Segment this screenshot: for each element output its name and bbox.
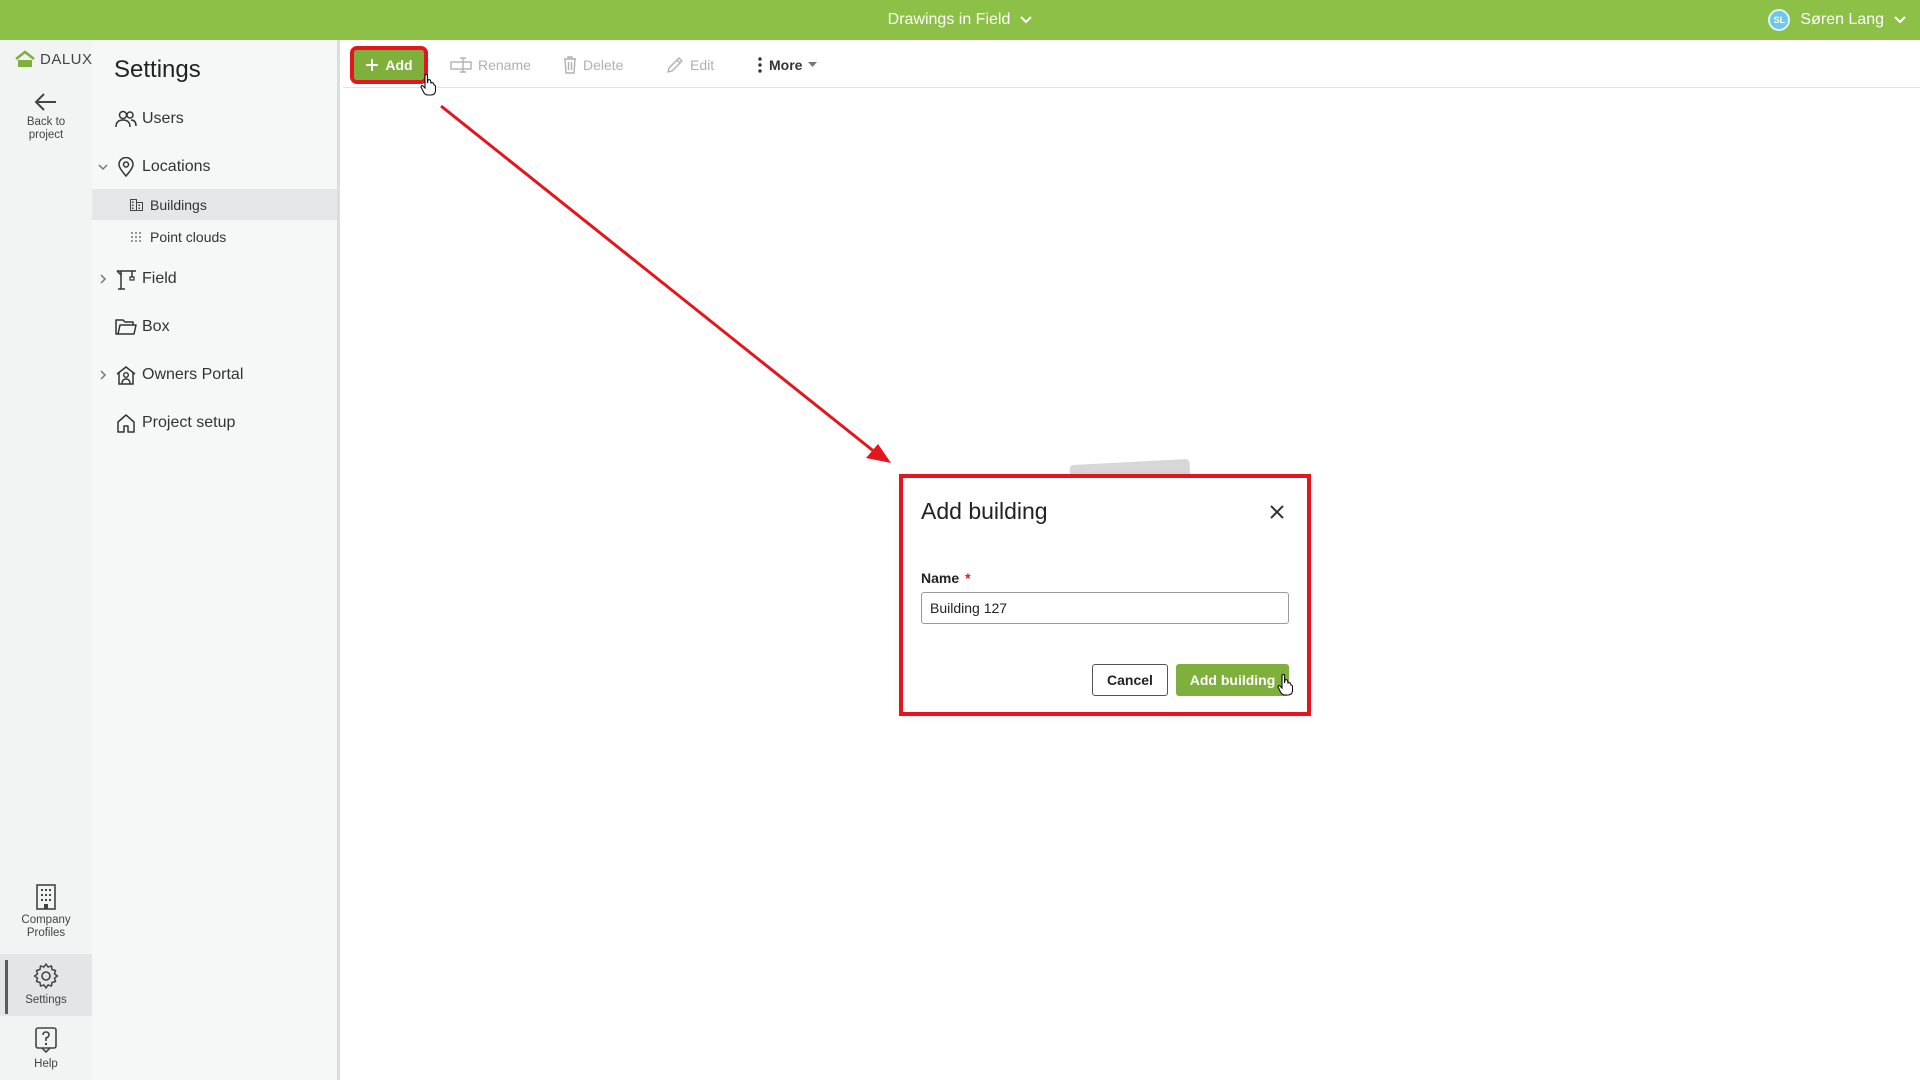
location-pin-icon (114, 156, 138, 178)
project-switcher[interactable]: Drawings in Field (888, 11, 1033, 29)
user-name: Søren Lang (1800, 11, 1884, 28)
page-title: Settings (114, 56, 201, 83)
dalux-logo: DALUX (14, 50, 93, 68)
pencil-icon (667, 57, 683, 73)
delete-label: Delete (583, 57, 624, 73)
back-label-line2: project (28, 129, 64, 141)
back-label-line1: Back to (26, 116, 66, 128)
add-building-button[interactable]: Add building (1176, 664, 1289, 696)
sidebar-item-point-clouds[interactable]: Point clouds (92, 221, 337, 252)
chevron-down-icon[interactable] (92, 163, 114, 171)
sidebar-item-box[interactable]: Box (92, 312, 337, 342)
add-button[interactable]: Add (350, 46, 428, 84)
help-button[interactable]: Help (0, 1026, 92, 1071)
avatar: SL (1768, 9, 1791, 31)
sidebar-item-locations[interactable]: Locations (92, 152, 337, 182)
house-logo-icon (15, 50, 35, 67)
chevron-down-icon (1894, 16, 1906, 24)
sidebar-item-users[interactable]: Users (92, 104, 337, 134)
sidebar-item-buildings[interactable]: Buildings (92, 189, 337, 220)
more-menu-button[interactable]: More (757, 52, 818, 78)
settings-label: Settings (25, 994, 67, 1006)
office-building-icon (36, 884, 56, 910)
help-label: Help (34, 1058, 58, 1070)
point-cloud-icon (130, 231, 144, 243)
sidebar-item-field[interactable]: Field (92, 264, 337, 294)
required-marker: * (965, 570, 971, 586)
rename-icon (450, 57, 472, 73)
caret-down-icon (808, 62, 818, 67)
user-menu[interactable]: SL Søren Lang (1768, 0, 1906, 40)
name-label-text: Name (921, 570, 960, 586)
arrow-left-icon (34, 93, 56, 111)
cancel-button[interactable]: Cancel (1092, 664, 1168, 696)
rename-button[interactable]: Rename (450, 52, 531, 78)
help-icon (35, 1027, 57, 1054)
delete-button[interactable]: Delete (563, 52, 623, 78)
more-vertical-icon (758, 57, 762, 73)
name-field-label: Name * (921, 570, 971, 586)
sidebar-item-label: Users (142, 110, 184, 127)
rename-label: Rename (478, 57, 531, 73)
plus-icon (366, 59, 379, 71)
sidebar-item-label: Buildings (150, 196, 207, 213)
top-bar: Drawings in Field SL Søren Lang (0, 0, 1920, 40)
toolbar: Add Rename Delete Edit More (343, 40, 1920, 88)
gear-icon (33, 963, 59, 989)
building-name-input[interactable] (921, 592, 1289, 624)
chevron-right-icon[interactable] (92, 274, 114, 284)
sidebar-item-project-setup[interactable]: Project setup (92, 408, 337, 438)
chevron-right-icon[interactable] (92, 370, 114, 380)
add-label: Add (385, 57, 413, 73)
sidebar-item-label: Box (142, 318, 170, 335)
back-to-project-button[interactable]: Back to project (0, 92, 92, 142)
company-profiles-button[interactable]: Company Profiles (0, 884, 92, 940)
sidebar-item-label: Owners Portal (142, 366, 244, 383)
house-user-icon (114, 364, 138, 386)
trash-icon (564, 56, 576, 74)
company-label-line1: Company (21, 914, 71, 926)
left-rail: DALUX Back to project Company Profiles Set… (0, 40, 92, 1080)
project-switcher-wrap: Drawings in Field (0, 0, 1920, 40)
chevron-down-icon (1020, 16, 1033, 24)
sidebar-item-label: Field (142, 270, 177, 287)
sidebar-item-label: Point clouds (150, 228, 227, 245)
settings-sidebar: Settings Users Locations Buildings Point… (92, 40, 340, 1080)
edit-label: Edit (690, 57, 715, 73)
dialog-title: Add building (921, 498, 1048, 524)
more-label: More (769, 57, 803, 73)
sidebar-item-label: Locations (142, 158, 211, 175)
add-building-dialog: Add building Name * Cancel Add building (899, 474, 1311, 716)
project-name: Drawings in Field (887, 11, 1011, 28)
close-icon[interactable] (1267, 502, 1287, 522)
sidebar-item-owners-portal[interactable]: Owners Portal (92, 360, 337, 390)
edit-button[interactable]: Edit (666, 52, 714, 78)
users-icon (114, 108, 138, 130)
folder-icon (114, 316, 138, 338)
settings-rail-button[interactable]: Settings (0, 954, 92, 1016)
crane-icon (114, 268, 138, 290)
company-label-line2: Profiles (26, 927, 66, 939)
logo-text: DALUX (40, 51, 93, 68)
building-icon (130, 198, 144, 211)
sidebar-item-label: Project setup (142, 414, 236, 431)
home-icon (114, 412, 138, 434)
